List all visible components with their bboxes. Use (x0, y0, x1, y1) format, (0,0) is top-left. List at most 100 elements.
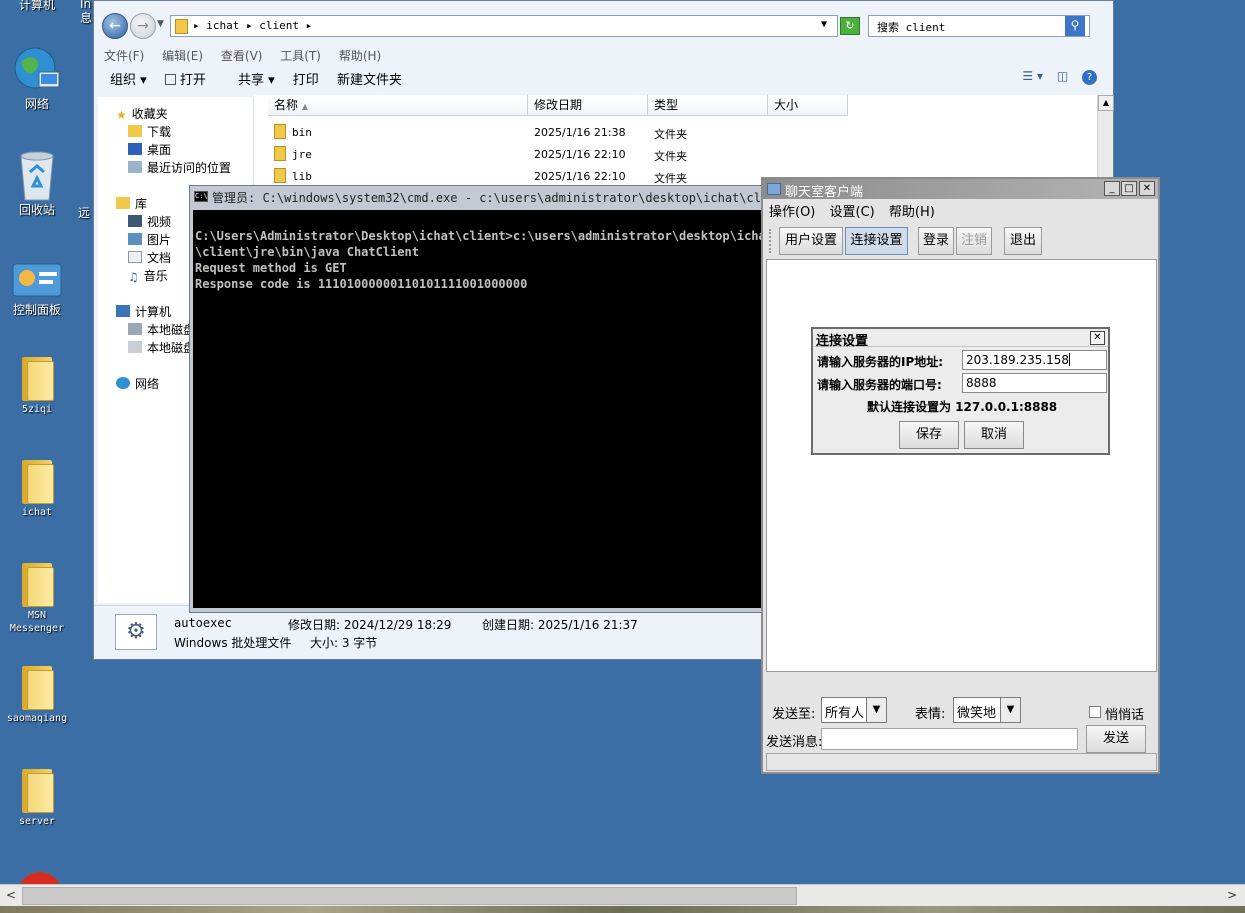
nav-local-disk-2[interactable]: 本地磁盘 (128, 339, 195, 356)
cmd-title-bar[interactable]: C:\ 管理员: C:\windows\system32\cmd.exe - c… (190, 186, 773, 208)
help-icon[interactable]: ? (1082, 70, 1097, 85)
nav-desktop[interactable]: 桌面 (128, 141, 171, 158)
share-button[interactable]: 共享 ▾ (238, 69, 275, 88)
menu-help[interactable]: 帮助(H) (889, 205, 935, 220)
send-to-label: 发送至: (772, 707, 816, 722)
horizontal-scrollbar[interactable]: < > (0, 884, 1245, 906)
nav-favorites[interactable]: ★ 收藏夹 (116, 105, 168, 122)
desktop-icon-ichat[interactable]: ichat (0, 458, 74, 519)
scroll-left-icon[interactable]: < (2, 887, 20, 905)
column-header-type[interactable]: 类型 (648, 95, 768, 116)
download-icon (128, 125, 142, 137)
cancel-button[interactable]: 取消 (964, 421, 1024, 449)
file-type: 文件夹 (654, 150, 687, 163)
address-bar[interactable]: ▸ ichat ▸ client ▸ ▼ (170, 15, 838, 37)
desktop-icon-control-panel[interactable]: 控制面板 (0, 262, 74, 317)
nav-recent[interactable]: 最近访问的位置 (128, 159, 231, 176)
column-header-size[interactable]: 大小 (768, 95, 848, 116)
desktop-icon-server[interactable]: server (0, 767, 74, 828)
column-header-label: 类型 (654, 98, 679, 112)
send-to-select[interactable]: 所有人 ▼ (821, 697, 887, 723)
logout-button[interactable]: 注销 (956, 227, 992, 255)
nav-computer[interactable]: 计算机 (116, 303, 171, 320)
desktop-icon-recycle-bin[interactable]: 回收站 (0, 148, 74, 217)
column-header-label: 大小 (774, 98, 799, 112)
desktop-icon-5ziqi[interactable]: 5ziqi (0, 355, 74, 416)
menu-operation[interactable]: 操作(O) (769, 205, 815, 220)
chat-title-bar[interactable]: 聊天室客户端 _ □ ✕ (763, 179, 1158, 200)
open-button[interactable]: 打开 (164, 69, 220, 88)
ip-input[interactable]: 203.189.235.158 (962, 350, 1107, 370)
menu-tools[interactable]: 工具(T) (280, 49, 321, 63)
column-header-name[interactable]: 名称 ▲ (268, 95, 528, 116)
menu-file[interactable]: 文件(F) (104, 49, 144, 63)
exit-button[interactable]: 退出 (1004, 227, 1042, 255)
desktop-icon-saomaqiang[interactable]: saomaqiang (0, 664, 74, 725)
scroll-right-icon[interactable]: > (1223, 887, 1241, 905)
folder-icon (20, 664, 54, 710)
desktop-icon-msn-messenger[interactable]: MSN Messenger (0, 561, 74, 635)
organize-button[interactable]: 组织 ▾ (110, 69, 147, 88)
table-row[interactable]: bin 2025/1/16 21:38 文件夹 (254, 122, 1097, 144)
nav-music[interactable]: ♫ 音乐 (128, 267, 168, 284)
cmd-output[interactable]: C:\Users\Administrator\Desktop\ichat\cli… (193, 210, 770, 608)
refresh-button[interactable]: ↻ (840, 17, 860, 35)
history-dropdown-icon[interactable]: ▼ (157, 19, 164, 29)
column-header-date[interactable]: 修改日期 (528, 95, 648, 116)
app-icon (767, 183, 781, 195)
nav-local-disk-1[interactable]: 本地磁盘 (128, 321, 195, 338)
nav-libraries[interactable]: 库 (116, 195, 147, 212)
forward-button[interactable]: → (130, 13, 156, 39)
menu-settings[interactable]: 设置(C) (830, 205, 875, 220)
nav-downloads[interactable]: 下载 (128, 123, 171, 140)
desktop-icon-computer[interactable]: 计算机 (0, 0, 74, 12)
desktop-icon-network[interactable]: 网络 (0, 44, 74, 111)
print-button[interactable]: 打印 (293, 69, 319, 88)
address-dropdown-icon[interactable]: ▼ (821, 19, 827, 30)
back-button[interactable]: ← (102, 13, 128, 39)
new-folder-button[interactable]: 新建文件夹 (337, 69, 402, 88)
search-icon[interactable]: ⚲ (1065, 16, 1085, 36)
recycle-bin-icon (20, 151, 54, 201)
user-settings-button[interactable]: 用户设置 (779, 227, 843, 255)
port-input[interactable]: 8888 (962, 373, 1107, 393)
close-icon[interactable]: ✕ (1139, 181, 1155, 196)
search-input[interactable]: 搜索 client ⚲ (868, 15, 1090, 37)
desktop-icon (128, 143, 142, 155)
chevron-down-icon[interactable]: ▼ (866, 698, 886, 722)
folder-icon (274, 146, 286, 161)
scroll-up-icon[interactable]: ▲ (1098, 95, 1114, 111)
save-button[interactable]: 保存 (899, 421, 959, 449)
dialog-title-bar[interactable]: 连接设置 ✕ (813, 329, 1108, 349)
message-area[interactable] (766, 259, 1157, 672)
scroll-thumb[interactable] (22, 887, 797, 905)
close-icon[interactable]: ✕ (1090, 331, 1105, 345)
minimize-icon[interactable]: _ (1104, 181, 1120, 196)
nav-videos[interactable]: 视频 (128, 213, 171, 230)
whisper-checkbox[interactable] (1089, 706, 1101, 718)
nav-pictures[interactable]: 图片 (128, 231, 171, 248)
message-input[interactable] (821, 728, 1078, 750)
default-settings-text: 默认连接设置为 127.0.0.1:8888 (867, 400, 1058, 414)
login-button[interactable]: 登录 (918, 227, 954, 255)
nav-documents[interactable]: 文档 (128, 249, 171, 266)
nav-network[interactable]: 网络 (116, 375, 159, 392)
chevron-down-icon[interactable]: ▼ (1000, 698, 1020, 722)
table-row[interactable]: jre 2025/1/16 22:10 文件夹 (254, 144, 1097, 166)
connect-settings-button[interactable]: 连接设置 (845, 227, 908, 255)
send-button[interactable]: 发送 (1086, 725, 1146, 753)
preview-pane-icon[interactable]: ◫ (1057, 69, 1068, 83)
menu-edit[interactable]: 编辑(E) (162, 49, 203, 63)
sort-ascending-icon: ▲ (301, 102, 308, 111)
emotion-select[interactable]: 微笑地 ▼ (953, 697, 1021, 723)
menu-help[interactable]: 帮助(H) (339, 49, 381, 63)
desktop-icon-label: MSN Messenger (9, 610, 65, 634)
desktop-icon-label: 回收站 (18, 203, 55, 217)
view-mode-icon[interactable]: ☰ ▾ (1022, 69, 1043, 83)
send-to-value: 所有人 (825, 706, 865, 721)
nav-label: 桌面 (147, 143, 172, 157)
maximize-icon[interactable]: □ (1121, 181, 1137, 196)
message-label: 发送消息: (766, 735, 823, 750)
menu-view[interactable]: 查看(V) (221, 49, 263, 63)
desktop-icon-label: 网络 (24, 97, 49, 111)
